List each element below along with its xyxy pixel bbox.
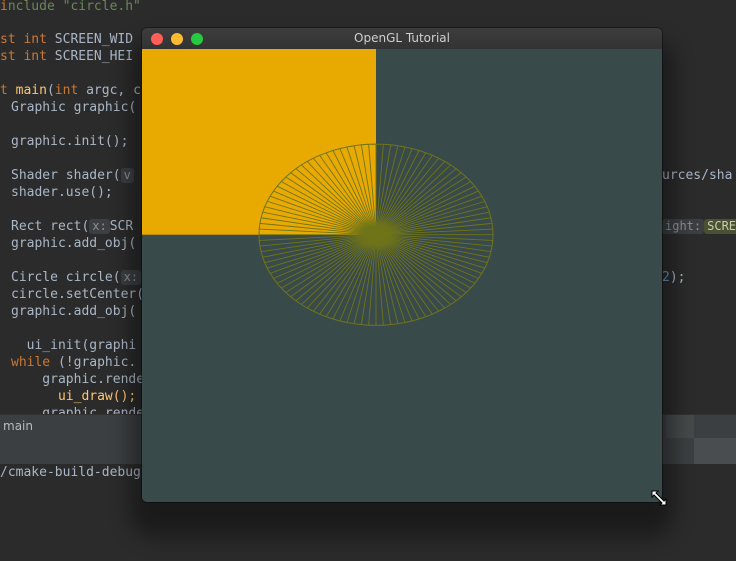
circle-center-hub <box>367 227 385 242</box>
tool-window-strip-side <box>694 438 736 464</box>
yellow-rectangle <box>142 49 376 235</box>
code-line-ui-init: ui_init(graphi <box>11 338 137 353</box>
code-line-ui-draw: ui_draw(); <box>11 389 137 404</box>
gl-scene <box>142 49 494 326</box>
resize-cursor-icon <box>651 490 667 506</box>
breadcrumb-item-main[interactable]: main <box>3 419 33 433</box>
code-line-main: t main(int argc, c <box>0 83 141 98</box>
code-line-graphic-init: graphic.init(); <box>11 134 129 149</box>
terminal-path: /cmake-build-debug <box>0 465 141 480</box>
window-titlebar[interactable]: OpenGL Tutorial <box>142 28 662 50</box>
code-line-circle-add: graphic.add_obj( <box>11 304 137 319</box>
opengl-window[interactable]: OpenGL Tutorial <box>142 28 662 502</box>
param-hint: x: <box>89 219 110 234</box>
code-line-shader-decl: Shader shader(v <box>11 167 134 184</box>
code-line-const-height: st int SCREEN_HEI <box>0 49 134 64</box>
code-line-render1: graphic.rende <box>11 372 145 387</box>
code-line-rect-add: graphic.add_obj( <box>11 236 137 251</box>
code-line-circle-decl: Circle circle(x: <box>11 269 142 286</box>
code-line-while: while (!graphic. <box>11 355 137 370</box>
window-title: OpenGL Tutorial <box>354 31 450 45</box>
code-line-include: include "circle.h" <box>0 0 141 14</box>
code-line-const-width: st int SCREEN_WID <box>0 32 134 47</box>
gl-canvas[interactable] <box>142 49 662 502</box>
code-line-rect-decl: Rect rect(x: SCR <box>11 219 134 234</box>
code-line-graphic-decl: Graphic graphic( <box>11 100 137 115</box>
code-line-circle-center: circle.setCenter( <box>11 287 145 302</box>
code-line-shader-use: shader.use(); <box>11 185 113 200</box>
